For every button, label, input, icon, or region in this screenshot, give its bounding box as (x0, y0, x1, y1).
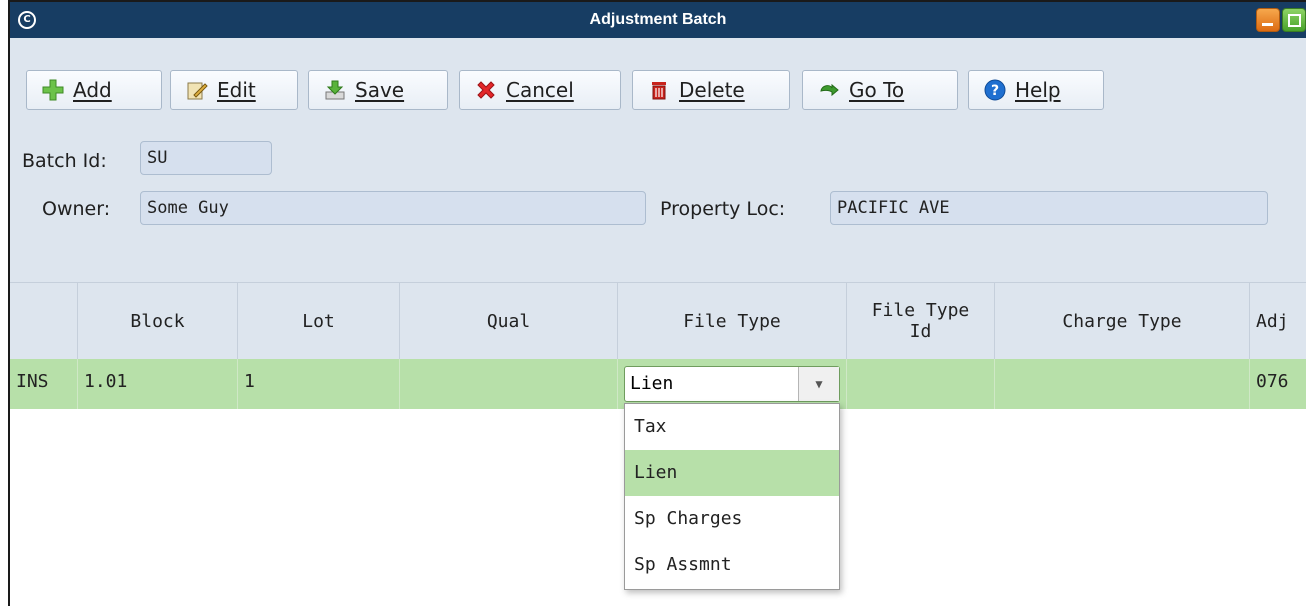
cell-block[interactable]: 1.01 (78, 359, 238, 409)
add-button[interactable]: Add (26, 70, 162, 110)
edit-pencil-icon (185, 78, 209, 102)
grid-header: Block Lot Qual File Type File Type Id Ch… (10, 282, 1306, 360)
window-title: Adjustment Batch (589, 11, 727, 28)
column-header-file-type[interactable]: File Type (618, 283, 847, 359)
goto-label: Go To (849, 78, 905, 102)
file-type-select[interactable]: Lien ▼ (624, 366, 840, 402)
dropdown-option-sp-charges[interactable]: Sp Charges (625, 496, 839, 542)
help-label: Help (1015, 78, 1061, 102)
cell-lot[interactable]: 1 (238, 359, 400, 409)
column-header-file-type-id[interactable]: File Type Id (847, 283, 995, 359)
help-question-icon: ? (983, 78, 1007, 102)
column-header-block[interactable]: Block (78, 283, 238, 359)
cancel-button[interactable]: Cancel (459, 70, 621, 110)
column-header-qual[interactable]: Qual (400, 283, 618, 359)
toolbar: Add Edit Save Cancel Delete Go To ? Help (10, 38, 1306, 127)
plus-icon (41, 78, 65, 102)
goto-button[interactable]: Go To (802, 70, 958, 110)
cell-status: INS (10, 359, 78, 409)
save-label: Save (355, 78, 405, 102)
svg-text:?: ? (991, 83, 999, 99)
column-header-charge-type[interactable]: Charge Type (995, 283, 1250, 359)
batch-form: Batch Id: SU Owner: Some Guy Property Lo… (10, 127, 1306, 282)
add-label: Add (73, 78, 112, 102)
property-loc-label: Property Loc: (660, 198, 786, 220)
save-button[interactable]: Save (308, 70, 448, 110)
edit-button[interactable]: Edit (170, 70, 298, 110)
batch-id-label: Batch Id: (22, 150, 107, 172)
owner-field[interactable]: Some Guy (140, 191, 646, 225)
title-bar: C Adjustment Batch (10, 2, 1306, 39)
delete-label: Delete (679, 78, 745, 102)
maximize-button[interactable] (1282, 8, 1306, 32)
chevron-down-icon[interactable]: ▼ (798, 367, 839, 401)
dropdown-option-lien[interactable]: Lien (625, 450, 839, 496)
cancel-x-icon (474, 78, 498, 102)
property-loc-field[interactable]: PACIFIC AVE (830, 191, 1268, 225)
batch-id-field[interactable]: SU (140, 141, 272, 175)
column-header-status[interactable] (10, 283, 78, 359)
column-header-lot[interactable]: Lot (238, 283, 400, 359)
column-header-adj[interactable]: Adj (1250, 283, 1306, 359)
file-type-dropdown-list: Tax Lien Sp Charges Sp Assmnt (624, 403, 840, 590)
cell-file-type-id[interactable] (847, 359, 995, 409)
trash-icon (647, 78, 671, 102)
cancel-label: Cancel (506, 78, 574, 102)
minimize-button[interactable] (1256, 8, 1280, 32)
file-type-select-value: Lien (630, 373, 674, 394)
delete-button[interactable]: Delete (632, 70, 790, 110)
cell-adj[interactable]: 076 (1250, 359, 1306, 409)
cell-qual[interactable] (400, 359, 618, 409)
edit-label: Edit (217, 78, 256, 102)
save-download-icon (323, 78, 347, 102)
arrow-right-icon (817, 78, 841, 102)
dropdown-option-sp-assmnt[interactable]: Sp Assmnt (625, 542, 839, 588)
help-button[interactable]: ? Help (968, 70, 1104, 110)
cell-charge-type[interactable] (995, 359, 1250, 409)
dropdown-option-tax[interactable]: Tax (625, 404, 839, 450)
adjustment-batch-window: C Adjustment Batch Add Edit Save Cancel … (8, 0, 1306, 606)
owner-label: Owner: (42, 198, 111, 220)
